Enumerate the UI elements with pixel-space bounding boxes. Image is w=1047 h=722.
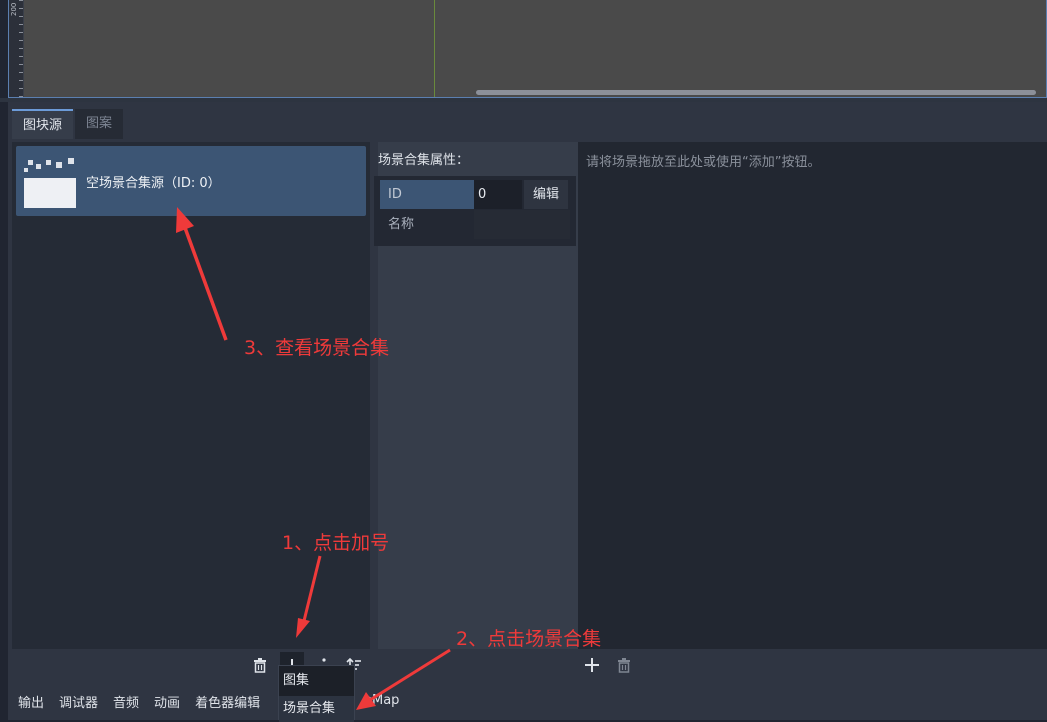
guide-line — [434, 0, 435, 97]
source-label: 空场景合集源（ID: 0） — [86, 176, 221, 191]
edit-id-button[interactable]: 编辑 — [524, 180, 568, 209]
scene-collection-properties: 场景合集属性： ID 0 编辑 名称 — [374, 142, 580, 649]
trash-icon[interactable] — [248, 652, 272, 678]
bottom-panel-tabs: 输出 调试器 音频 动画 着色器编辑 eMap — [8, 686, 399, 716]
add-source-popup-menu: 图集 场景合集 — [278, 665, 355, 722]
bottom-tab-shader-editor[interactable]: 着色器编辑 — [190, 692, 265, 711]
name-value-field[interactable] — [474, 210, 570, 239]
property-key-name: 名称 — [388, 217, 415, 232]
bottom-tab-audio[interactable]: 音频 — [108, 692, 144, 711]
bottom-tab-output[interactable]: 输出 — [13, 692, 49, 711]
trash-icon[interactable] — [612, 652, 636, 678]
annotation-step1: 1、点击加号 — [282, 532, 390, 554]
scene-drop-area[interactable]: 请将场景拖放至此处或使用“添加”按钮。 — [578, 142, 1047, 649]
tab-tile-sources[interactable]: 图块源 — [12, 109, 74, 139]
properties-title: 场景合集属性： — [378, 153, 470, 168]
bottom-tab-animation[interactable]: 动画 — [149, 692, 185, 711]
plus-icon[interactable] — [580, 652, 604, 678]
menu-item-scene-collection[interactable]: 场景合集 — [279, 696, 354, 722]
horizontal-scrollbar[interactable] — [476, 90, 1036, 95]
bottom-tab-debugger[interactable]: 调试器 — [54, 692, 103, 711]
vertical-ruler: 200 — [9, 0, 24, 97]
property-key-id: ID — [380, 180, 474, 209]
panel-tabbar: 图块源 图案 — [12, 109, 124, 141]
ruler-label: 200 — [10, 2, 18, 16]
tab-patterns[interactable]: 图案 — [75, 109, 124, 139]
id-value-field[interactable]: 0 — [474, 180, 522, 209]
bottom-tab-tilemap[interactable]: eMap — [364, 693, 399, 708]
scene-toolbar — [578, 652, 1047, 682]
scene-drop-hint: 请将场景拖放至此处或使用“添加”按钮。 — [586, 155, 821, 170]
annotation-step2: 2、点击场景合集 — [456, 628, 602, 650]
menu-item-atlas[interactable]: 图集 — [279, 668, 354, 694]
property-row-id: ID 0 编辑 — [380, 180, 570, 209]
source-item-scene-collection[interactable]: 空场景合集源（ID: 0） — [16, 146, 366, 216]
scene-collection-thumbnail-icon — [22, 158, 76, 208]
source-list[interactable]: 空场景合集源（ID: 0） — [12, 142, 370, 649]
properties-inspector: ID 0 编辑 名称 — [374, 176, 576, 246]
property-row-name: 名称 — [380, 210, 570, 239]
canvas-viewport[interactable]: 200 — [8, 0, 1047, 98]
annotation-step3: 3、查看场景合集 — [244, 337, 390, 359]
